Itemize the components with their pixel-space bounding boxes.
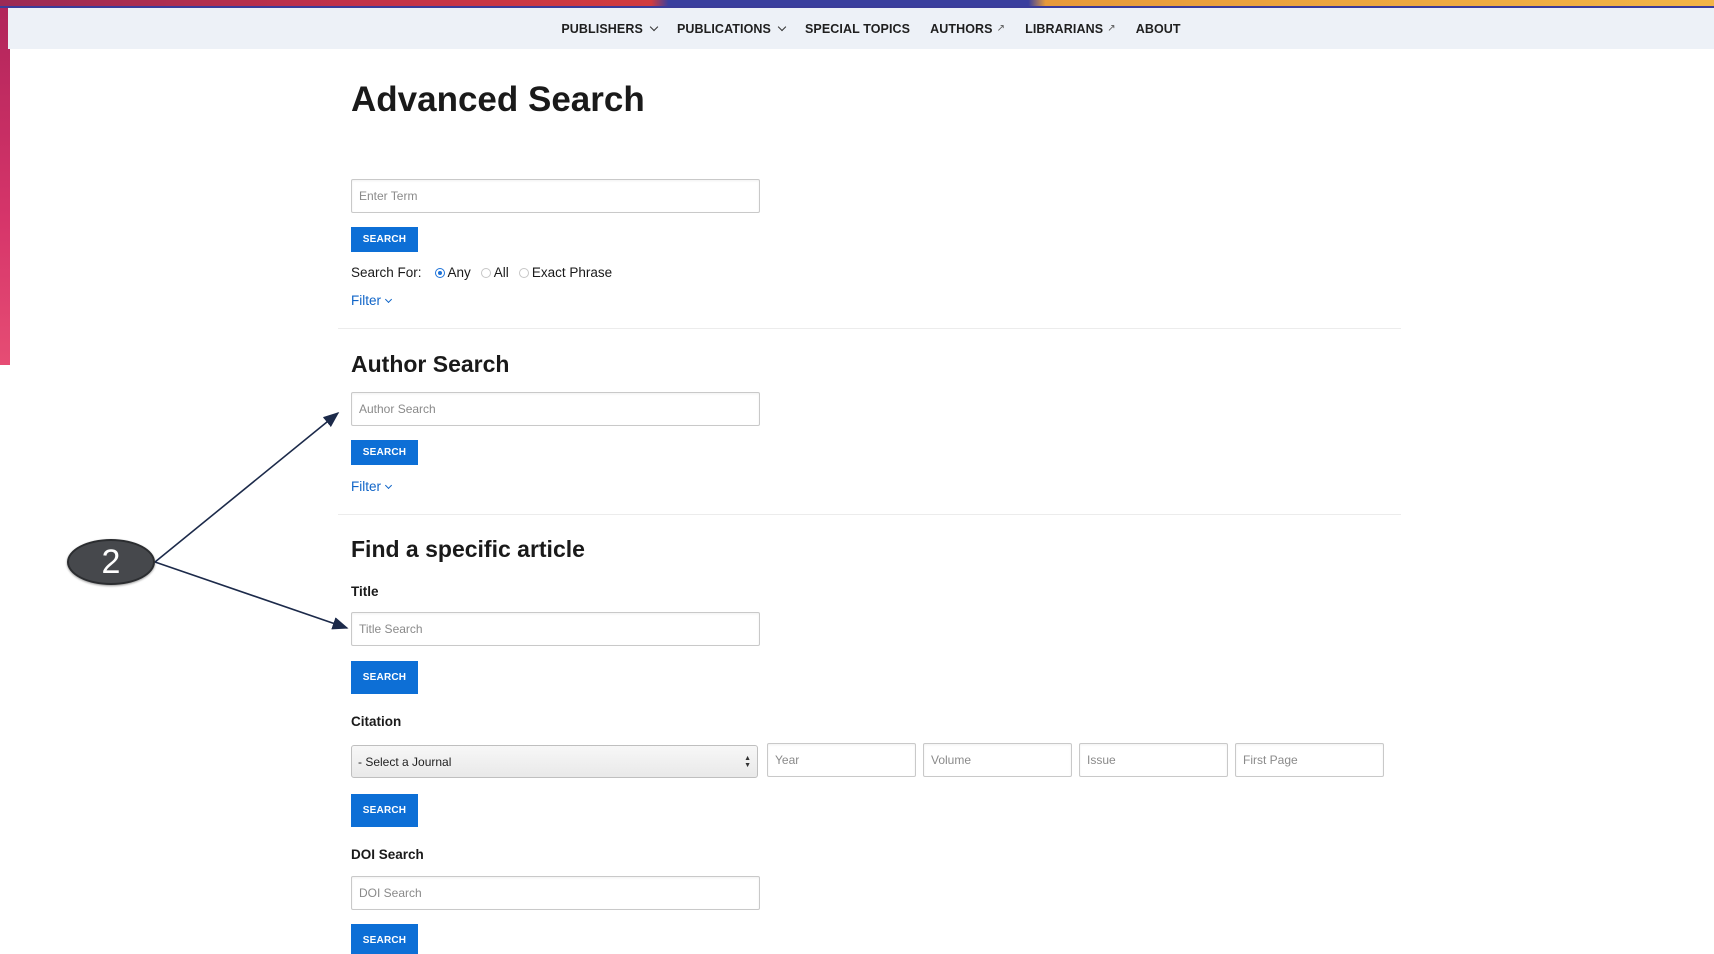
- title-label: Title: [351, 584, 379, 599]
- arrow-to-title-search: [154, 561, 349, 630]
- radio-exact-phrase[interactable]: Exact Phrase: [518, 265, 613, 280]
- section-divider: [338, 328, 1401, 329]
- nav-label: SPECIAL TOPICS: [804, 21, 911, 36]
- volume-input[interactable]: [923, 743, 1072, 777]
- author-filter-toggle[interactable]: Filter: [351, 479, 393, 494]
- nav-label: LIBRARIANS: [1025, 21, 1104, 36]
- issue-input[interactable]: [1079, 743, 1228, 777]
- filter-label: Filter: [351, 293, 381, 308]
- nav-publishers[interactable]: PUBLISHERS: [551, 22, 667, 36]
- external-link-icon: ↗: [1107, 23, 1116, 34]
- year-input[interactable]: [767, 743, 916, 777]
- radio-all[interactable]: All: [480, 265, 509, 280]
- nav-librarians[interactable]: LIBRARIANS ↗: [1015, 22, 1126, 36]
- annotation-callout: 2: [67, 539, 155, 585]
- nav-authors[interactable]: AUTHORS ↗: [920, 22, 1015, 36]
- radio-label: All: [493, 265, 509, 280]
- chevron-down-icon: [384, 295, 393, 304]
- radio-selected-icon: [434, 267, 445, 278]
- search-button[interactable]: SEARCH: [351, 227, 418, 252]
- nav-about[interactable]: ABOUT: [1126, 22, 1191, 36]
- radio-empty-icon: [518, 267, 529, 278]
- search-for-label: Search For:: [351, 265, 422, 280]
- callout-number: 2: [101, 542, 121, 581]
- radio-label: Exact Phrase: [531, 265, 613, 280]
- first-page-input[interactable]: [1235, 743, 1384, 777]
- filter-label: Filter: [351, 479, 381, 494]
- chevron-down-icon: [649, 22, 659, 31]
- doi-label: DOI Search: [351, 847, 424, 862]
- citation-search-button[interactable]: SEARCH: [351, 794, 418, 827]
- journal-select[interactable]: - Select a Journal ▲ ▼: [351, 745, 758, 778]
- citation-label: Citation: [351, 714, 402, 729]
- title-search-input[interactable]: [351, 612, 760, 646]
- doi-search-button[interactable]: SEARCH: [351, 924, 418, 954]
- select-arrows-icon: ▲ ▼: [744, 755, 751, 769]
- section-divider: [338, 514, 1401, 515]
- radio-label: Any: [447, 265, 471, 280]
- top-navbar: PUBLISHERS PUBLICATIONS SPECIAL TOPICS A…: [8, 8, 1714, 49]
- external-link-icon: ↗: [996, 23, 1006, 34]
- author-search-heading: Author Search: [351, 351, 510, 377]
- chevron-down-icon: [384, 481, 393, 490]
- annotation-arrows: [154, 411, 349, 630]
- filter-toggle[interactable]: Filter: [351, 293, 393, 308]
- doi-search-input[interactable]: [351, 876, 760, 910]
- journal-select-value: - Select a Journal: [358, 754, 452, 769]
- arrow-to-author-search: [154, 411, 340, 563]
- left-decoration: [0, 0, 10, 365]
- author-search-input[interactable]: [351, 392, 760, 426]
- find-article-heading: Find a specific article: [351, 536, 585, 562]
- nav-label: PUBLISHERS: [561, 21, 643, 36]
- nav-label: ABOUT: [1135, 21, 1181, 36]
- nav-special-topics[interactable]: SPECIAL TOPICS: [795, 22, 920, 36]
- nav-publications[interactable]: PUBLICATIONS: [667, 22, 795, 36]
- nav-label: AUTHORS: [930, 21, 993, 36]
- nav-items: PUBLISHERS PUBLICATIONS SPECIAL TOPICS A…: [551, 22, 1190, 36]
- radio-empty-icon: [480, 267, 491, 278]
- author-search-button[interactable]: SEARCH: [351, 440, 418, 465]
- nav-label: PUBLICATIONS: [676, 21, 771, 36]
- title-search-button[interactable]: SEARCH: [351, 661, 418, 694]
- search-for-options: Search For: Any All Exact Phrase: [351, 265, 622, 280]
- radio-any[interactable]: Any: [434, 265, 471, 280]
- page-title: Advanced Search: [351, 80, 645, 119]
- chevron-down-icon: [777, 22, 787, 31]
- search-term-input[interactable]: [351, 179, 760, 213]
